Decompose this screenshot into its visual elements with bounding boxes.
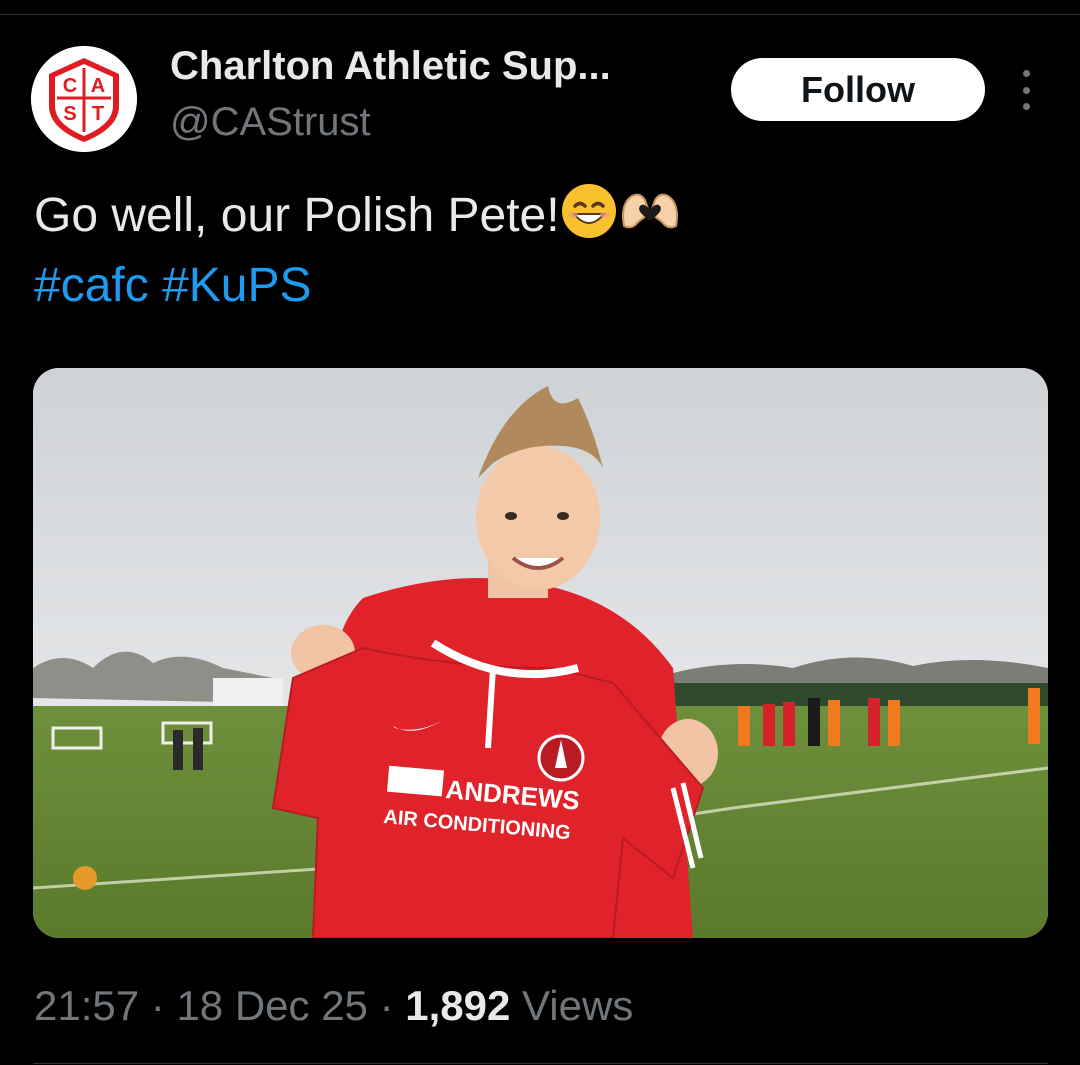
views-count: 1,892 — [405, 982, 511, 1029]
views-label[interactable]: Views — [522, 982, 633, 1029]
photo-footballer-holding-shirt: ANDREWS AIR CONDITIONING — [33, 368, 1048, 938]
more-vertical-icon[interactable] — [1012, 70, 1040, 110]
display-name[interactable]: Charlton Athletic Sup... — [170, 44, 611, 89]
heart-hands-icon — [618, 186, 682, 251]
more-dot — [1022, 86, 1030, 94]
avatar-letter-s: S — [63, 103, 76, 125]
tweet-time[interactable]: 21:57 — [34, 982, 139, 1029]
tweet-text: Go well, our Polish Pete! — [34, 182, 682, 255]
tweet-meta: 21:57 · 18 Dec 25 · 1,892 Views — [34, 978, 633, 1034]
hashtag-link[interactable]: #KuPS — [162, 259, 311, 312]
hashtags: #cafc #KuPS — [34, 256, 312, 316]
user-handle[interactable]: @CAStrust — [170, 100, 371, 145]
avatar[interactable]: C A S T — [31, 46, 137, 152]
tweet-body: Go well, our Polish Pete! — [34, 189, 560, 243]
avatar-letter-a: A — [91, 75, 105, 97]
meta-separator: · — [150, 982, 165, 1029]
more-dot — [1022, 70, 1030, 77]
bottom-divider — [33, 1063, 1048, 1064]
top-divider — [0, 14, 1080, 15]
hashtag-link[interactable]: #cafc — [34, 259, 149, 312]
meta-separator: · — [379, 982, 394, 1029]
avatar-letter-t: T — [92, 103, 104, 125]
cast-logo-icon: C A S T — [31, 46, 137, 152]
tweet-photo[interactable]: ANDREWS AIR CONDITIONING — [33, 368, 1048, 938]
tweet-date[interactable]: 18 Dec 25 — [176, 982, 367, 1029]
more-dot — [1022, 103, 1030, 110]
follow-button[interactable]: Follow — [731, 58, 985, 121]
avatar-letter-c: C — [63, 75, 77, 97]
smiling-face-icon — [560, 182, 618, 255]
